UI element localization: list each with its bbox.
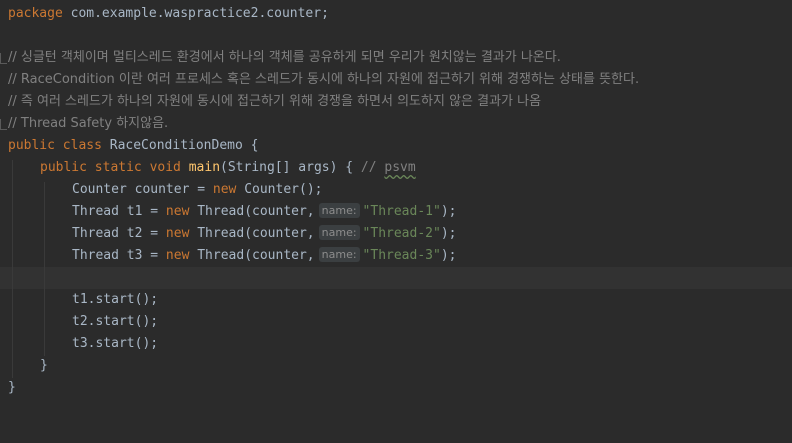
t3-decl: Thread t3 = [72,248,166,263]
comment-text: // Thread Safety 하지않음. [8,116,169,131]
counter-ctor: Counter(); [236,182,323,197]
code-line-current[interactable] [0,267,792,289]
close-brace: } [40,358,48,373]
t1-string: "Thread-1" [362,204,441,219]
new-keyword: new [165,226,190,241]
comment-text: // RaceCondition 이란 여러 프로세스 혹은 스레드가 동시에 … [8,72,640,87]
param-hint-name: name: [318,203,360,218]
new-keyword: new [165,248,190,263]
new-keyword: new [165,204,190,219]
close-brace: } [8,380,16,395]
psvm-comment: psvm [384,160,416,175]
main-modifiers: public static void [40,160,181,175]
main-comment-prefix: // [360,160,385,175]
code-line-package[interactable]: package com.example.waspractice2.counter… [0,3,792,25]
code-editor[interactable]: package com.example.waspractice2.counter… [0,0,792,419]
t1-start-call: t1.start(); [72,292,159,307]
package-keyword: package [8,6,63,21]
close-paren: ); [440,226,457,241]
new-keyword: new [212,182,237,197]
code-line-comment-3[interactable]: // 즉 여러 스레드가 하나의 자원에 동시에 접근하기 위해 경쟁을 하면서… [0,91,792,113]
thread-ctor: Thread(counter, [189,204,315,219]
fold-marker-icon[interactable] [0,119,7,130]
comment-text: // 싱글턴 객체이며 멀티스레드 환경에서 하나의 객체를 공유하게 되면 우… [8,50,561,65]
code-line-t3-start[interactable]: t3.start(); [0,333,792,355]
code-line-counter[interactable]: Counter counter = new Counter(); [0,179,792,201]
param-hint-name: name: [318,247,360,262]
code-line-thread-2[interactable]: Thread t2 = new Thread(counter, name: "Thr… [0,223,792,245]
thread-ctor: Thread(counter, [189,248,315,263]
code-line-close-main[interactable]: } [0,355,792,377]
t3-start-call: t3.start(); [72,336,159,351]
main-params: (String[] args) { [220,160,354,175]
t2-decl: Thread t2 = [72,226,166,241]
thread-ctor: Thread(counter, [189,226,315,241]
counter-decl: Counter counter = [72,182,213,197]
code-line-close-class[interactable]: } [0,377,792,399]
t3-string: "Thread-3" [362,248,441,263]
code-line-thread-3[interactable]: Thread t3 = new Thread(counter, name: "Thr… [0,245,792,267]
code-line-comment-1[interactable]: // 싱글턴 객체이며 멀티스레드 환경에서 하나의 객체를 공유하게 되면 우… [0,47,792,69]
comment-text: // 즉 여러 스레드가 하나의 자원에 동시에 접근하기 위해 경쟁을 하면서… [8,94,542,109]
close-paren: ); [440,204,457,219]
class-name: RaceConditionDemo { [109,138,259,153]
code-line-t1-start[interactable]: t1.start(); [0,289,792,311]
t2-string: "Thread-2" [362,226,441,241]
fold-marker-icon[interactable] [0,53,7,64]
code-line-comment-2[interactable]: // RaceCondition 이란 여러 프로세스 혹은 스레드가 동시에 … [0,69,792,91]
code-line-comment-4[interactable]: // Thread Safety 하지않음. [0,113,792,135]
t1-decl: Thread t1 = [72,204,166,219]
code-line-main-decl[interactable]: public static void main(String[] args) {… [0,157,792,179]
indent-guide [44,182,45,356]
t2-start-call: t2.start(); [72,314,159,329]
package-name: com.example.waspractice2.counter; [70,6,329,21]
param-hint-name: name: [318,225,360,240]
class-keyword: public class [8,138,102,153]
code-line-thread-1[interactable]: Thread t1 = new Thread(counter, name: "Thr… [0,201,792,223]
main-method-name: main [188,160,221,175]
indent-guide [12,160,13,378]
close-paren: ); [440,248,457,263]
code-line-t2-start[interactable]: t2.start(); [0,311,792,333]
code-line-class-decl[interactable]: public class RaceConditionDemo { [0,135,792,157]
